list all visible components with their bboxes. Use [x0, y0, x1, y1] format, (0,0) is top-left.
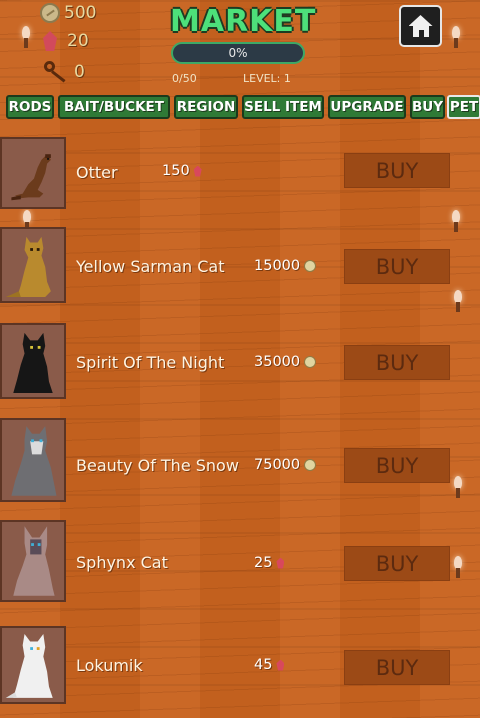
key-value: 0: [74, 62, 85, 82]
torch-icon: [451, 26, 461, 48]
tab-buy[interactable]: BUY: [410, 95, 445, 119]
list-item: Lokumik 45 BUY: [0, 626, 480, 706]
tab-region[interactable]: REGION: [174, 95, 238, 119]
tab-rods[interactable]: RODS: [6, 95, 54, 119]
page-title: MARKET: [170, 4, 317, 39]
black-cat-icon: [0, 323, 66, 399]
list-item: Spirit Of The Night 35000 BUY: [0, 323, 480, 403]
buy-button[interactable]: BUY: [344, 345, 450, 380]
pet-name: Lokumik: [76, 656, 143, 675]
coin-icon: [304, 459, 317, 471]
gem-value: 20: [67, 31, 89, 51]
price-value: 35000: [254, 354, 301, 370]
gem-icon: [276, 557, 285, 569]
price-value: 150: [162, 163, 190, 179]
buy-button[interactable]: BUY: [344, 448, 450, 483]
price-value: 45: [254, 657, 273, 673]
pet-price: 150: [162, 163, 202, 179]
coin-icon: [304, 260, 317, 272]
coin-value: 500: [64, 3, 97, 23]
home-button[interactable]: [399, 5, 442, 47]
key-icon: [44, 61, 70, 83]
home-icon: [409, 15, 433, 37]
pet-price: 45: [254, 657, 285, 673]
white-cat-icon: [0, 626, 66, 704]
progress-text: 0%: [228, 46, 248, 60]
price-value: 15000: [254, 258, 301, 274]
pet-name: Otter: [76, 163, 118, 182]
price-value: 25: [254, 555, 273, 571]
coin-icon: [40, 3, 60, 23]
tab-upgrade[interactable]: UPGRADE: [328, 95, 406, 119]
tab-sell-item[interactable]: SELL ITEM: [242, 95, 324, 119]
level-progress-bar: 0%: [171, 42, 305, 64]
pet-name: Beauty Of The Snow: [76, 456, 239, 475]
list-item: Otter 150 BUY: [0, 137, 480, 217]
price-value: 75000: [254, 457, 301, 473]
pet-price: 75000: [254, 457, 317, 473]
pet-price: 35000: [254, 354, 317, 370]
gem-icon: [193, 165, 202, 177]
gem-counter: 20: [43, 31, 89, 51]
list-item: Yellow Sarman Cat 15000 BUY: [0, 227, 480, 307]
xp-counter: 0/50: [172, 72, 197, 85]
pet-price: 15000: [254, 258, 317, 274]
buy-button[interactable]: BUY: [344, 546, 450, 581]
pet-name: Yellow Sarman Cat: [76, 257, 225, 276]
level-label: LEVEL: 1: [243, 72, 291, 85]
grey-cat-icon: [0, 418, 66, 502]
pet-name: Sphynx Cat: [76, 553, 168, 572]
torch-icon: [21, 26, 31, 48]
otter-icon: [0, 137, 66, 209]
buy-button[interactable]: BUY: [344, 249, 450, 284]
key-counter: 0: [44, 61, 85, 83]
tab-pet[interactable]: PET: [447, 95, 480, 119]
list-item: Sphynx Cat 25 BUY: [0, 520, 480, 602]
coin-counter: 500: [40, 3, 96, 23]
coin-icon: [304, 356, 317, 368]
sphynx-cat-icon: [0, 520, 66, 602]
tab-bait-bucket[interactable]: BAIT/BUCKET: [58, 95, 170, 119]
list-item: Beauty Of The Snow 75000 BUY: [0, 418, 480, 502]
pet-price: 25: [254, 555, 285, 571]
gem-icon: [276, 659, 285, 671]
buy-button[interactable]: BUY: [344, 650, 450, 685]
pet-name: Spirit Of The Night: [76, 353, 225, 372]
yellow-cat-icon: [0, 227, 66, 303]
buy-button[interactable]: BUY: [344, 153, 450, 188]
gem-icon: [43, 31, 57, 51]
